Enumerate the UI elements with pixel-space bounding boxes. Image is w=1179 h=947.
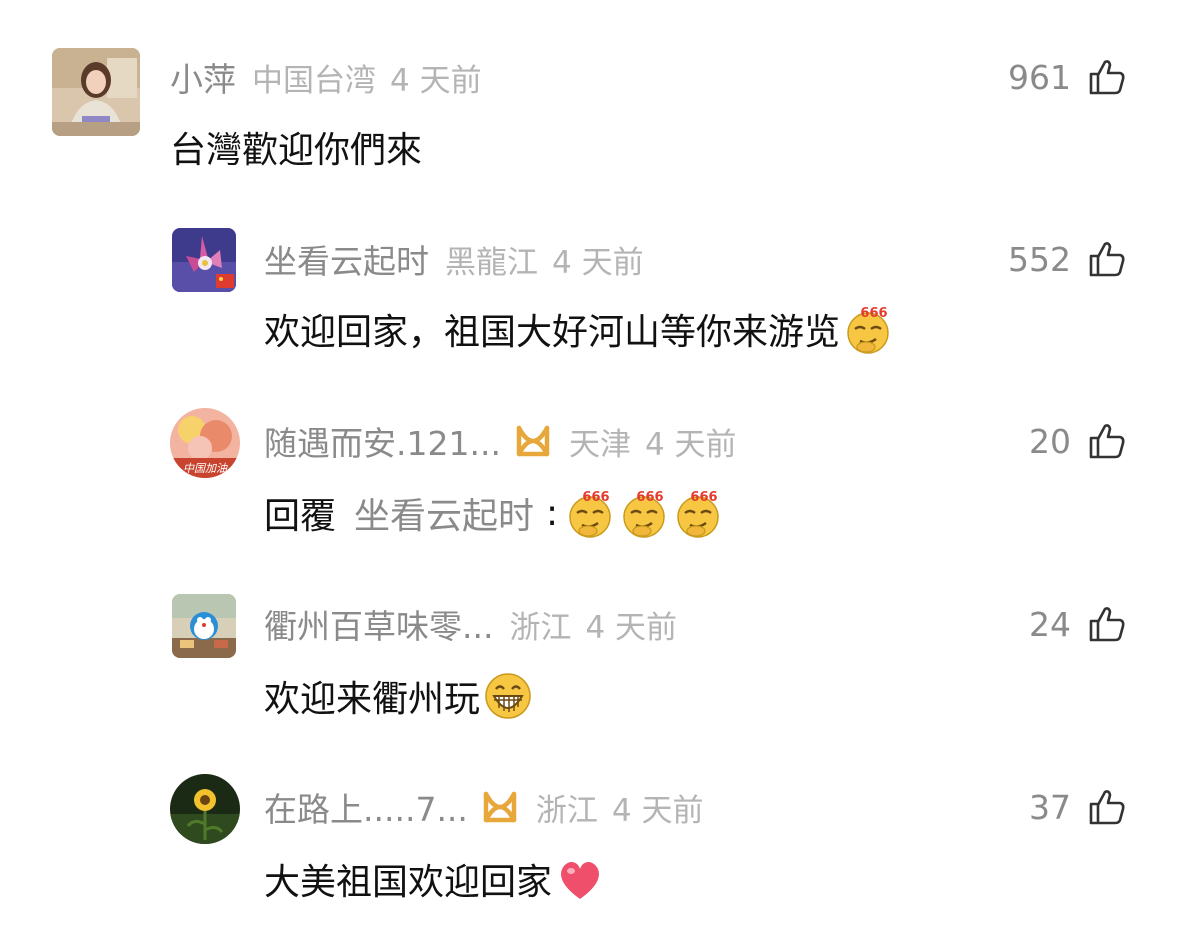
thumbs-up-icon[interactable] <box>1087 787 1127 827</box>
like-button[interactable]: 37 <box>1029 784 1127 830</box>
like-count: 552 <box>1008 239 1071 279</box>
like-button[interactable]: 24 <box>1029 601 1127 647</box>
like-button[interactable]: 20 <box>1029 418 1127 464</box>
comment-body: 台灣歡迎你們來 <box>170 130 423 171</box>
timestamp: 4 天前 <box>552 244 644 281</box>
like-button[interactable]: 961 <box>1008 54 1127 100</box>
comment-meta: 衢州百草味零... 浙江 4 天前 <box>264 601 677 647</box>
comment-text: 台灣歡迎你們來 <box>170 122 422 172</box>
emoji-666-icon: 666 <box>842 303 894 355</box>
comment-meta: 在路上.....7... 浙江 4 天前 <box>264 784 704 830</box>
username[interactable]: 小萍 <box>170 53 236 101</box>
avatar[interactable] <box>172 594 236 658</box>
comment-body: 欢迎来衢州玩 <box>264 679 481 720</box>
like-button[interactable]: 552 <box>1008 236 1127 282</box>
thumbs-up-icon[interactable] <box>1087 421 1127 461</box>
vip-ribbon-icon <box>480 790 520 824</box>
svg-text:666: 666 <box>691 490 718 505</box>
comment-meta: 小萍 中国台湾 4 天前 <box>170 54 482 100</box>
comment-text: 大美祖国欢迎回家 <box>264 854 606 904</box>
avatar[interactable] <box>170 774 240 844</box>
emoji-grin-icon <box>482 670 534 722</box>
svg-text:中国加油: 中国加油 <box>183 462 228 475</box>
thumbs-up-icon[interactable] <box>1087 239 1127 279</box>
avatar[interactable]: 中国加油 <box>170 408 240 478</box>
reply-keyword: 回覆 <box>264 496 337 537</box>
like-count: 24 <box>1029 604 1071 644</box>
location: 浙江 <box>535 792 598 829</box>
location: 浙江 <box>509 609 572 646</box>
like-count: 20 <box>1029 421 1071 461</box>
emoji-666-icon: 666 <box>618 487 670 539</box>
svg-text:666: 666 <box>637 490 664 505</box>
thumbs-up-icon[interactable] <box>1087 57 1127 97</box>
timestamp: 4 天前 <box>390 62 482 99</box>
comment-body: 欢迎回家，祖国大好河山等你来游览 <box>264 312 841 353</box>
like-count: 961 <box>1008 57 1071 97</box>
username[interactable]: 坐看云起时 <box>264 235 429 283</box>
svg-text:666: 666 <box>583 490 610 505</box>
reply-colon: : <box>546 492 559 534</box>
comment-body: 大美祖国欢迎回家 <box>264 862 553 903</box>
svg-text:666: 666 <box>860 306 887 321</box>
avatar[interactable] <box>52 48 140 136</box>
username[interactable]: 随遇而安.121... <box>264 417 501 465</box>
avatar[interactable] <box>172 228 236 292</box>
location: 中国台湾 <box>252 62 376 99</box>
like-count: 37 <box>1029 787 1071 827</box>
username[interactable]: 在路上.....7... <box>264 783 468 831</box>
timestamp: 4 天前 <box>611 792 704 829</box>
timestamp: 4 天前 <box>585 609 678 646</box>
username[interactable]: 衢州百草味零... <box>264 600 493 648</box>
emoji-666-icon: 666 <box>672 487 724 539</box>
reply-target-username[interactable]: 坐看云起时 <box>354 487 534 539</box>
emoji-666-icon: 666 <box>564 487 616 539</box>
location: 天津 <box>568 426 631 463</box>
comment-text: 欢迎来衢州玩 <box>264 671 534 721</box>
comment-meta: 坐看云起时 黑龍江 4 天前 <box>264 236 644 282</box>
location: 黑龍江 <box>445 244 538 281</box>
comment-text: 欢迎回家，祖国大好河山等你来游览 666 <box>264 304 894 354</box>
heart-emoji-icon <box>554 853 606 905</box>
comment-text: 回覆 坐看云起时 : 666 666 666 <box>264 488 724 538</box>
vip-ribbon-icon <box>513 424 553 458</box>
comment-list: 小萍 中国台湾 4 天前 961 台灣歡迎你們來 坐看云起时 黑龍江 4 天前 … <box>0 0 1179 947</box>
timestamp: 4 天前 <box>644 426 737 463</box>
comment-meta: 随遇而安.121... 天津 4 天前 <box>264 418 737 464</box>
thumbs-up-icon[interactable] <box>1087 604 1127 644</box>
